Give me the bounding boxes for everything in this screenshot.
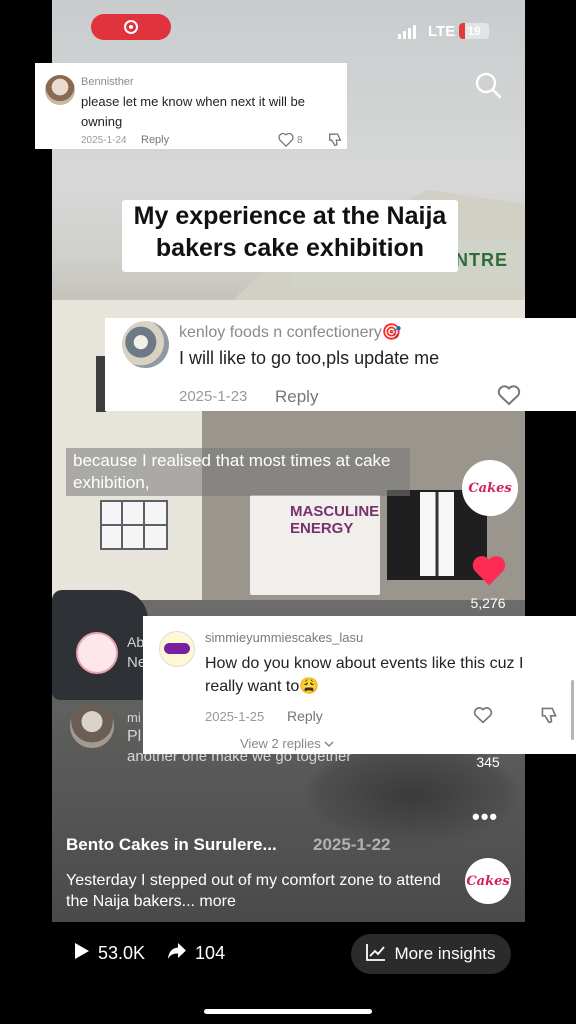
like-count: 8 [297,135,303,146]
avatar[interactable] [45,75,75,105]
ghost-username: Ab [127,634,145,650]
ghost-text: Pl [127,728,142,745]
post-date: 2025-1-22 [313,835,391,854]
battery-icon: 19 [459,23,489,39]
chart-icon [366,943,386,966]
more-insights-label: More insights [394,944,496,963]
creator-avatar[interactable]: Cakes [462,460,518,516]
comment-count: 345 [476,754,500,770]
video-caption: My experience at the Naija bakers cake e… [122,200,458,272]
view-replies-button[interactable]: View 2 replies [240,736,334,751]
creator-logo: Cakes [468,480,512,496]
comment-username[interactable]: kenloy foods n confectionery🎯 [179,322,402,342]
ghost-avatar [70,704,114,748]
like-count: 5,276 [470,595,506,611]
comment-text: please let me know when next it will be … [81,94,306,129]
reply-button[interactable]: Reply [275,387,318,407]
comment-date: 2025-1-23 [179,388,248,405]
comment-date: 2025-1-24 [81,135,127,146]
ghost-avatar [76,632,118,674]
scrollbar[interactable] [571,680,574,740]
record-icon [124,20,138,34]
comment-text: How do you know about events like this c… [205,655,524,695]
search-icon[interactable] [474,71,502,99]
network-type: LTE [428,23,456,40]
comment-username[interactable]: simmieyummiescakes_lasu [205,630,363,645]
heart-icon[interactable] [497,384,521,411]
comment-card-kenloy[interactable]: kenloy foods n confectionery🎯 I will lik… [105,318,576,411]
comment-date: 2025-1-25 [205,709,265,724]
video-subtitle: because I realised that most times at ca… [66,448,410,496]
play-icon [74,942,90,965]
music-avatar[interactable]: Cakes [465,858,511,904]
post-author[interactable]: Bento Cakes in Surulere... [66,835,277,855]
building-window [100,500,168,550]
home-indicator[interactable] [204,1009,372,1014]
post-stats: 53.0K 104 [74,942,225,965]
comment-card-bennisther[interactable]: Bennisther please let me know when next … [35,63,347,149]
reply-button[interactable]: Reply [287,708,323,724]
event-banner-text: MASCULINE ENERGY [290,503,380,537]
like-icon[interactable] [470,553,508,592]
signal-icon [398,25,416,39]
dislike-icon[interactable] [327,132,343,152]
comment-card-simmie[interactable]: simmieyummiescakes_lasu How do you know … [143,616,576,754]
battery-level: 19 [467,24,481,38]
event-banner: MASCULINE ENERGY [250,495,380,595]
glass-door [420,492,454,576]
avatar[interactable] [122,321,169,368]
share-icon [167,942,187,965]
view-replies-label: View 2 replies [240,736,321,751]
share-count: 104 [195,943,226,963]
avatar[interactable] [159,631,195,667]
more-options-icon[interactable]: ••• [472,804,498,830]
music-logo: Cakes [466,873,510,889]
chevron-down-icon [324,736,334,751]
heart-icon[interactable] [473,706,493,729]
more-insights-button[interactable]: More insights [351,934,511,974]
comment-text: I will like to go too,pls update me [179,348,440,368]
reply-button[interactable]: Reply [141,134,169,146]
comment-username[interactable]: Bennisther [81,76,134,88]
post-description[interactable]: Yesterday I stepped out of my comfort zo… [66,870,446,912]
ghost-username: mi [127,710,141,725]
dislike-icon[interactable] [539,706,559,729]
play-count: 53.0K [98,943,146,963]
heart-icon[interactable] [278,132,294,152]
screen-recording-indicator[interactable] [91,14,171,40]
